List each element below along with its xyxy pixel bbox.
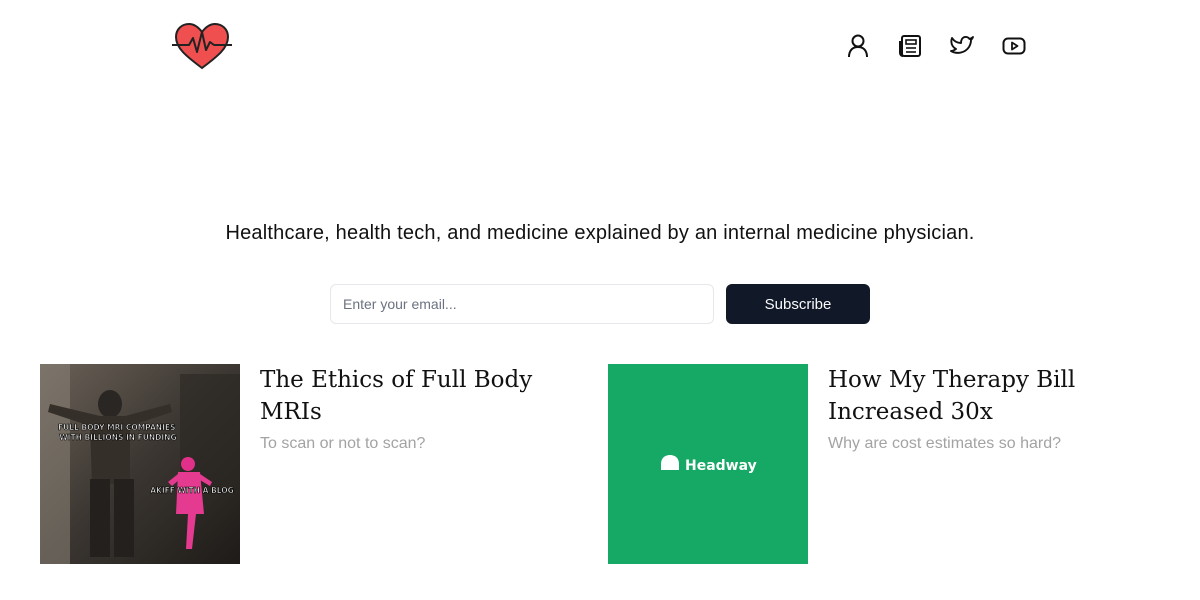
email-input[interactable] bbox=[330, 284, 714, 324]
twitter-icon[interactable] bbox=[950, 33, 974, 59]
subscribe-form: Subscribe bbox=[330, 284, 870, 324]
headway-logo-icon bbox=[661, 455, 679, 470]
meme-caption-bottom: AKIFF WITH A BLOG bbox=[150, 486, 234, 495]
post-title[interactable]: The Ethics of Full Body MRIs bbox=[260, 364, 580, 428]
post-subtitle: To scan or not to scan? bbox=[260, 435, 426, 452]
headway-brand-text: Headway bbox=[685, 458, 757, 474]
site-tagline: Healthcare, health tech, and medicine ex… bbox=[225, 222, 975, 244]
post-title[interactable]: How My Therapy Bill Increased 30x bbox=[828, 364, 1148, 428]
post-thumbnail-headway[interactable]: Headway bbox=[608, 364, 808, 564]
newspaper-icon[interactable] bbox=[898, 33, 922, 59]
post-card: Headway How My Therapy Bill Increased 30… bbox=[608, 364, 1148, 564]
post-thumbnail-meme[interactable]: FULL BODY MRI COMPANIES WITH BILLIONS IN… bbox=[40, 364, 240, 564]
subscribe-button[interactable]: Subscribe bbox=[726, 284, 870, 324]
user-icon[interactable] bbox=[846, 33, 870, 59]
header-nav bbox=[846, 33, 1026, 59]
heart-pulse-logo-icon[interactable] bbox=[172, 22, 232, 70]
post-text: The Ethics of Full Body MRIs To scan or … bbox=[260, 364, 580, 564]
meme-caption-top: FULL BODY MRI COMPANIES WITH BILLIONS IN… bbox=[58, 423, 178, 442]
youtube-icon[interactable] bbox=[1002, 33, 1026, 59]
post-subtitle: Why are cost estimates so hard? bbox=[828, 435, 1061, 452]
post-text: How My Therapy Bill Increased 30x Why ar… bbox=[828, 364, 1148, 564]
page: Healthcare, health tech, and medicine ex… bbox=[0, 0, 1200, 600]
post-card: FULL BODY MRI COMPANIES WITH BILLIONS IN… bbox=[40, 364, 580, 564]
